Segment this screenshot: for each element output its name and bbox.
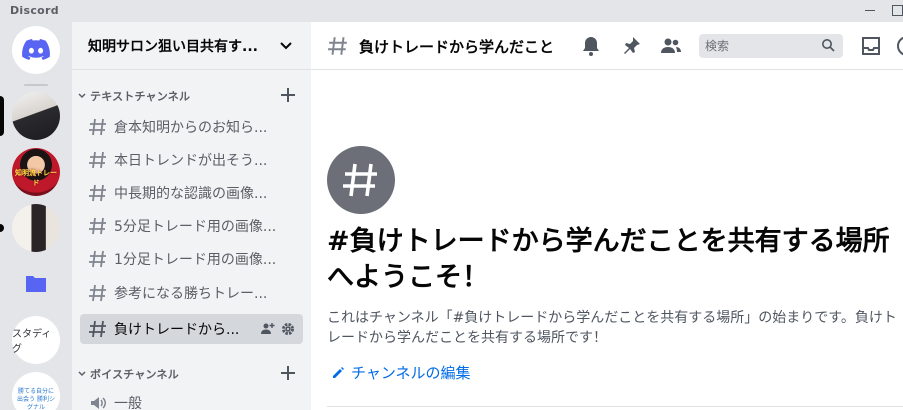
channel-item[interactable]: 倉本知明からのお知ら... xyxy=(80,112,303,142)
hash-icon xyxy=(89,151,106,169)
welcome-description: これはチャンネル「#負けトレードから学んだことを共有する場所」の始まりです。負け… xyxy=(327,310,897,346)
channel-name: 参考になる勝ちトレー... xyxy=(114,286,268,302)
guild-header[interactable]: 知明サロン狙い目共有す... xyxy=(72,22,311,70)
main-content: 負けトレードから学んだこと #負けトレードから学んだことを共有する場所へようこそ… xyxy=(311,22,903,410)
channel-name: 中長期的な認識の画像... xyxy=(114,186,268,202)
channel-actions xyxy=(261,322,295,336)
channel-item-active[interactable]: 負けトレードから... xyxy=(80,314,303,344)
guild-name: 知明サロン狙い目共有す... xyxy=(88,38,258,55)
server-icon[interactable] xyxy=(12,204,60,252)
channel-name: 1分足トレード用の画像... xyxy=(114,252,277,268)
add-channel-icon[interactable] xyxy=(279,364,297,382)
channel-name: 負けトレードから... xyxy=(114,322,240,338)
hash-icon xyxy=(89,118,106,136)
server-icon[interactable]: 勝てる自分に出会う 勝利シグナル xyxy=(12,372,60,410)
home-button[interactable] xyxy=(12,26,60,74)
inbox-icon[interactable] xyxy=(859,34,883,58)
channel-item[interactable]: 本日トレンドが出そう... xyxy=(80,145,303,175)
channel-title: 負けトレードから学んだこと xyxy=(359,38,555,56)
channel-sidebar: 知明サロン狙い目共有す... テキストチャンネル 倉本知明からのお知ら... 本… xyxy=(72,22,311,410)
pencil-icon xyxy=(333,366,344,378)
hash-icon xyxy=(89,184,106,202)
chevron-down-icon xyxy=(76,90,88,102)
app-name: Discord xyxy=(10,4,59,17)
hash-icon xyxy=(89,284,106,302)
welcome-title: #負けトレードから学んだことを共有する場所へようこそ！ xyxy=(327,226,890,293)
discord-logo-icon xyxy=(22,39,50,60)
server-rail: 知明流トレード スタディグ 勝てる自分に出会う 勝利シグナル xyxy=(0,22,72,410)
minimize-button[interactable] xyxy=(856,0,884,22)
help-icon[interactable] xyxy=(895,34,903,58)
pin-icon[interactable] xyxy=(619,34,643,58)
channel-name: 5分足トレード用の画像... xyxy=(114,219,277,235)
edit-channel-label: チャンネルの編集 xyxy=(351,364,471,382)
title-bar: Discord xyxy=(0,0,903,22)
edit-channel-link[interactable]: チャンネルの編集 xyxy=(331,362,471,383)
category-text-channels[interactable]: テキストチャンネル xyxy=(72,84,311,108)
voice-channel-item[interactable]: 一般 xyxy=(80,388,303,410)
text-server-icon[interactable]: スタディグ xyxy=(12,316,60,364)
category-label: ボイスチャンネル xyxy=(90,368,179,381)
add-channel-icon[interactable] xyxy=(279,86,297,104)
member-list-icon[interactable] xyxy=(659,34,683,58)
channel-name: 本日トレンドが出そう... xyxy=(114,153,268,169)
channel-name: 倉本知明からのお知ら... xyxy=(114,120,268,136)
channel-item[interactable]: 5分足トレード用の画像... xyxy=(80,211,303,241)
server-mini-text: 勝てる自分に出会う 勝利シグナル xyxy=(17,388,55,410)
channel-header: 負けトレードから学んだこと xyxy=(311,22,903,70)
channel-name: 一般 xyxy=(114,396,142,410)
chevron-down-icon xyxy=(280,42,292,50)
server-abbrev: スタディグ xyxy=(12,329,52,355)
hash-icon xyxy=(328,37,347,55)
channel-item[interactable]: 中長期的な認識の画像... xyxy=(80,178,303,208)
channel-welcome-badge xyxy=(327,146,395,214)
hash-icon xyxy=(89,217,106,235)
hash-icon xyxy=(89,320,106,338)
divider xyxy=(327,406,903,407)
speaker-icon xyxy=(91,397,106,409)
channel-item[interactable]: 1分足トレード用の画像... xyxy=(80,244,303,274)
hash-icon xyxy=(89,250,106,268)
folder-icon xyxy=(26,276,46,292)
category-voice-channels[interactable]: ボイスチャンネル xyxy=(72,362,311,386)
gear-icon[interactable] xyxy=(281,322,295,336)
server-folder[interactable] xyxy=(12,260,60,308)
invite-member-icon[interactable] xyxy=(261,322,275,336)
server-overlay-text: 知明流トレード xyxy=(15,169,57,187)
unread-server-pill xyxy=(0,224,4,232)
hash-icon xyxy=(343,163,377,197)
maximize-button[interactable] xyxy=(884,0,903,22)
category-label: テキストチャンネル xyxy=(90,90,191,103)
rail-separator xyxy=(24,84,48,86)
channel-item[interactable]: 参考になる勝ちトレー... xyxy=(80,278,303,308)
server-icon[interactable]: 知明流トレード xyxy=(12,148,60,196)
selected-server-pill xyxy=(0,96,4,136)
server-icon[interactable] xyxy=(12,92,60,140)
search-icon xyxy=(822,39,835,52)
chevron-down-icon xyxy=(76,368,88,380)
bell-icon[interactable] xyxy=(579,34,603,58)
